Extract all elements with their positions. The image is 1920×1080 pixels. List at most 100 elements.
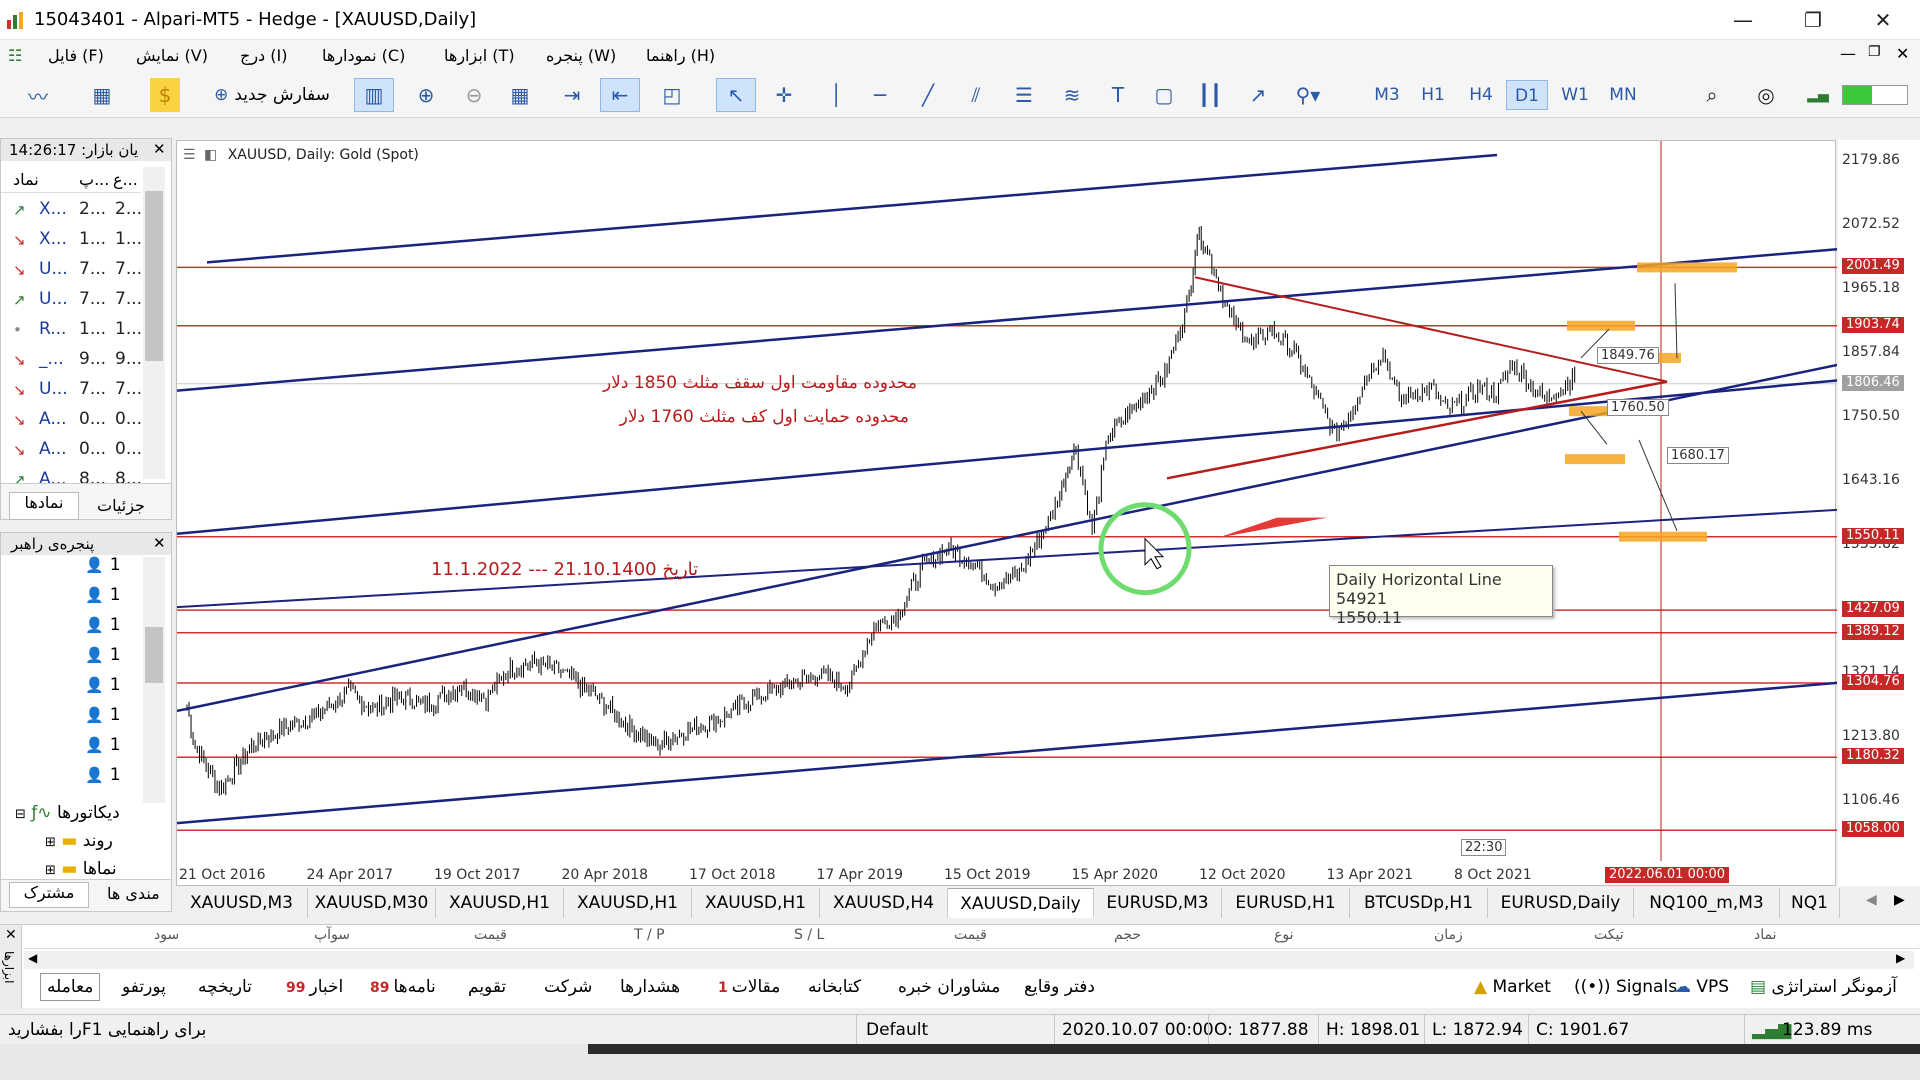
market-watch-row[interactable]: • R... 1... 1... [7, 315, 142, 345]
nav-account-item[interactable]: 👤 1 [85, 735, 141, 763]
screenshot-icon[interactable]: ◰ [654, 78, 690, 112]
chart-window-icon[interactable]: ☷ [8, 46, 22, 65]
callout-1849[interactable]: 1849.76 [1597, 347, 1659, 364]
chart-tab[interactable]: XAUUSD,H1 [692, 888, 820, 918]
price-chart[interactable] [177, 141, 1837, 887]
chart-tab[interactable]: XAUUSD,M3 [176, 888, 308, 918]
trade-col-header[interactable]: نوع [1274, 927, 1293, 943]
search-icon[interactable]: ⌕ [1694, 78, 1730, 112]
channel-trendline[interactable] [177, 508, 1837, 609]
market-watch-scrollbar[interactable] [143, 167, 165, 479]
account-icon[interactable]: ◎ [1748, 78, 1784, 112]
fibo-fan-icon[interactable]: ≋ [1054, 78, 1090, 112]
trade-col-header[interactable]: زمان [1434, 927, 1463, 943]
trade-col-header[interactable]: حجم [1114, 927, 1141, 943]
toolbox-tab[interactable]: هشدارها [620, 977, 680, 997]
horizontal-line-icon[interactable]: ─ [862, 78, 898, 112]
tab-symbols[interactable]: نمادها [9, 492, 79, 520]
timeframe-m3[interactable]: M3 [1366, 80, 1408, 110]
vertical-line-icon[interactable]: │ [818, 78, 854, 112]
nav-trend[interactable]: ⊞ ▬ روند [45, 831, 169, 859]
chart-tab[interactable]: BTCUSDp,H1 [1350, 888, 1488, 918]
market-watch-row[interactable]: ↘ _... 9... 9... [7, 345, 142, 375]
toolbox-tab[interactable]: 1 مقالات [718, 977, 780, 997]
toolbox-tab[interactable]: پورتفو [122, 977, 166, 997]
orange-zone[interactable] [1567, 320, 1635, 331]
objects-menu-icon[interactable]: ⚲▾ [1286, 78, 1330, 112]
fibonacci-icon[interactable]: ☰ [1006, 78, 1042, 112]
crosshair-icon[interactable]: ✛ [766, 78, 802, 112]
col-bid[interactable]: پ... [79, 170, 109, 189]
arrow-icon[interactable]: ↗ [1240, 78, 1276, 112]
nav-account-item[interactable]: 👤 1 [85, 555, 141, 583]
nav-account-item[interactable]: 👤 1 [85, 675, 141, 703]
price-axis[interactable]: 2179.86 2072.52 1965.18 1857.84 1750.50 1643.… [1838, 140, 1920, 886]
menu-help[interactable]: راهنما (H) [646, 46, 715, 65]
trade-col-header[interactable]: تیکت [1594, 927, 1624, 943]
channel-trendline[interactable] [177, 681, 1837, 825]
orange-zone[interactable] [1619, 531, 1707, 542]
cycle-lines-icon[interactable]: ┃┃ [1192, 78, 1228, 112]
status-ping[interactable]: 123.89 ms [1782, 1020, 1872, 1040]
nav-account-item[interactable]: 👤 1 [85, 585, 141, 613]
trade-col-header[interactable]: قیمت [474, 927, 507, 943]
child-minimize-icon[interactable]: — [1840, 44, 1856, 63]
timeframe-d1[interactable]: D1 [1506, 80, 1548, 110]
chart-tab[interactable]: NQ1 [1780, 888, 1840, 918]
zoom-in-icon[interactable]: ⊕ [408, 78, 444, 112]
child-restore-icon[interactable]: ❐ [1868, 44, 1881, 60]
market-watch-row[interactable]: ↘ A... 0... 0... [7, 435, 142, 465]
timeframe-h4[interactable]: H4 [1460, 80, 1502, 110]
tab-common[interactable]: مشترک [9, 882, 89, 908]
orange-zone[interactable] [1569, 406, 1609, 417]
menu-charts[interactable]: نمودارها (C) [322, 46, 405, 65]
channel-icon[interactable]: ⫽ [958, 78, 994, 112]
annotation-date[interactable]: 11.1.2022 --- 21.10.1400 تاریخ [431, 559, 698, 580]
chart-tab[interactable]: XAUUSD,H1 [436, 888, 564, 918]
status-profile[interactable]: Default [866, 1020, 928, 1040]
toolbox-hscroll[interactable]: ◀ ▶ [24, 951, 1914, 969]
new-order-button[interactable]: ⊕ سفارش جدید [204, 78, 340, 112]
toolbox-tab[interactable]: کتابخانه [808, 977, 861, 997]
cursor-icon[interactable]: ↖ [716, 78, 756, 112]
col-ask[interactable]: ع... [113, 170, 138, 189]
minimize-icon[interactable]: — [1720, 4, 1766, 36]
projection-arrow[interactable] [1674, 283, 1678, 359]
orange-zone[interactable] [1565, 454, 1625, 465]
chart-menu-icon[interactable]: ☰ [183, 147, 196, 163]
chart-type-icon[interactable]: 〰 [18, 78, 58, 112]
hscroll-left-icon[interactable]: ◀ [28, 951, 37, 965]
trade-col-header[interactable]: نماد [1754, 927, 1777, 943]
menu-view[interactable]: نمایش (V) [136, 46, 208, 65]
navigator-scrollbar[interactable] [143, 557, 165, 803]
tab-details[interactable]: جزئیات [97, 496, 145, 515]
zoom-out-icon[interactable]: ⊖ [456, 78, 492, 112]
market-watch-close-icon[interactable]: ✕ [153, 140, 166, 158]
auto-scroll-icon[interactable]: ⇥ [554, 78, 590, 112]
channel-trendline[interactable] [177, 363, 1837, 713]
tab-favorites[interactable]: مندی ها [107, 884, 160, 903]
child-close-icon[interactable]: ✕ [1896, 44, 1909, 63]
restore-icon[interactable]: ❐ [1790, 4, 1836, 36]
callout-1680[interactable]: 1680.17 [1667, 447, 1729, 464]
orange-zone[interactable] [1637, 262, 1737, 273]
chart-tab[interactable]: EURUSD,H1 [1222, 888, 1350, 918]
channel-trendline[interactable] [206, 153, 1498, 264]
toolbox-tab[interactable]: مشاوران خبره [898, 977, 1000, 997]
level-icon[interactable]: ▂▄ [1804, 78, 1832, 112]
chart-tab[interactable]: EURUSD,M3 [1094, 888, 1222, 918]
market-watch-row[interactable]: ↘ A... 0... 0... [7, 405, 142, 435]
chart-tab[interactable]: XAUUSD,M30 [308, 888, 436, 918]
chart-area[interactable]: ☰ ◧ XAUUSD, Daily: Gold (Spot) محدوده مق… [176, 140, 1837, 887]
market-watch-row[interactable]: ↗ U... 7... 7... [7, 285, 142, 315]
trade-col-header[interactable]: T / P [634, 927, 665, 943]
indicators-icon[interactable]: ▦ [82, 78, 122, 112]
chart-tab[interactable]: XAUUSD,H1 [564, 888, 692, 918]
nav-account-item[interactable]: 👤 1 [85, 765, 141, 793]
signals-button[interactable]: ((•)) Signals [1574, 977, 1677, 997]
menu-window[interactable]: پنجره (W) [546, 46, 616, 65]
nav-account-item[interactable]: 👤 1 [85, 615, 141, 643]
navigator-close-icon[interactable]: ✕ [153, 534, 166, 552]
chart-tab[interactable]: XAUUSD,Daily [948, 888, 1094, 918]
chart-shift-icon[interactable]: ⇤ [600, 78, 640, 112]
